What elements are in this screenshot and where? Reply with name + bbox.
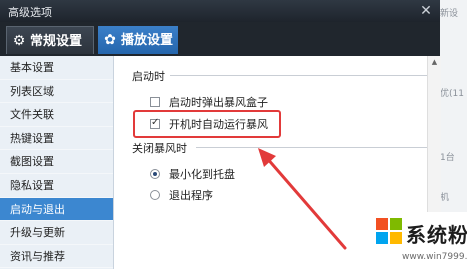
- windows-logo-icon: [376, 218, 402, 244]
- watermark-url: www.win7999.com: [402, 252, 467, 262]
- site-watermark: 系统粉 www.win7999.com: [372, 212, 467, 269]
- watermark-brand: 系统粉: [406, 223, 467, 247]
